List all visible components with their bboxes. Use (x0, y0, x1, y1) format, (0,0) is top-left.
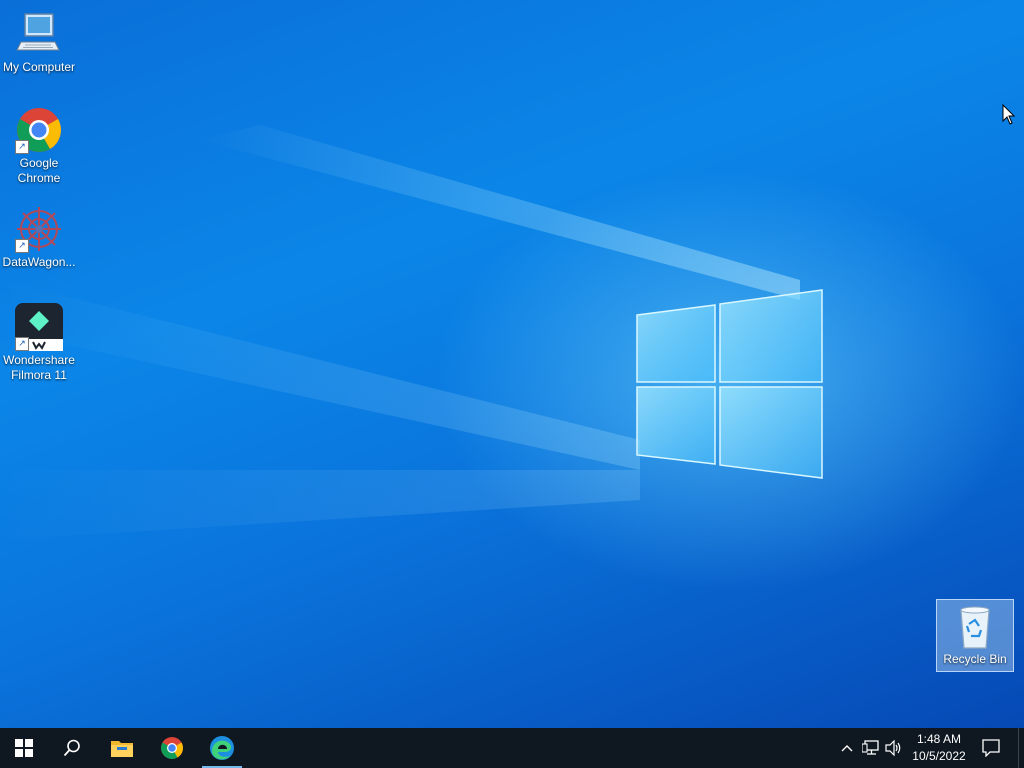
taskbar-clock[interactable]: 1:48 AM 10/5/2022 (906, 731, 972, 765)
mouse-cursor-icon (1002, 104, 1016, 125)
clock-date: 10/5/2022 (912, 749, 966, 763)
show-desktop-button[interactable] (1018, 728, 1024, 768)
desktop[interactable]: My Computer ↗ Google Chrome ↗ DataWagon.… (0, 0, 1024, 728)
volume-button[interactable] (885, 738, 903, 758)
desktop-icon-recycle-bin[interactable]: Recycle Bin (936, 599, 1014, 672)
action-center-button[interactable] (982, 738, 1000, 758)
desktop-icon-my-computer[interactable]: My Computer (1, 10, 77, 75)
desktop-icon-datawagon[interactable]: ↗ DataWagon... (1, 205, 77, 270)
taskbar-chrome-button[interactable] (148, 728, 196, 768)
recycle-bin-icon (951, 602, 999, 650)
filmora-icon: ↗ (15, 303, 63, 351)
shortcut-arrow-icon: ↗ (15, 140, 29, 154)
taskbar-edge-button[interactable] (198, 728, 246, 768)
datawagon-icon: ↗ (15, 205, 63, 253)
file-explorer-icon (111, 741, 133, 757)
taskbar: 1:48 AM 10/5/2022 (0, 728, 1024, 768)
network-icon (862, 740, 879, 755)
search-button[interactable] (48, 728, 96, 768)
network-button[interactable] (862, 738, 880, 758)
clock-time: 1:48 AM (916, 732, 962, 746)
shortcut-arrow-icon: ↗ (15, 337, 29, 351)
desktop-icon-label: Recycle Bin (943, 652, 1007, 666)
desktop-icon-label: Wondershare Filmora 11 (3, 353, 75, 382)
chrome-icon (161, 737, 183, 759)
chrome-icon: ↗ (15, 106, 63, 154)
desktop-icon-wondershare-filmora[interactable]: ↗ Wondershare Filmora 11 (1, 303, 77, 383)
wallpaper-light-beams (0, 125, 800, 540)
desktop-icon-label: DataWagon... (2, 255, 76, 269)
search-icon (63, 739, 80, 757)
chevron-up-icon (841, 745, 853, 752)
taskbar-file-explorer-button[interactable] (98, 728, 146, 768)
action-center-icon (982, 739, 1000, 757)
show-hidden-icons-button[interactable] (838, 738, 856, 758)
desktop-icon-label: My Computer (2, 60, 76, 74)
windows-logo-wallpaper (636, 289, 823, 479)
start-button[interactable] (0, 728, 48, 768)
desktop-icon-google-chrome[interactable]: ↗ Google Chrome (1, 106, 77, 186)
windows-start-icon (15, 739, 33, 757)
volume-icon (885, 740, 901, 756)
desktop-icon-label: Google Chrome (17, 156, 61, 185)
edge-icon (210, 736, 234, 760)
shortcut-arrow-icon: ↗ (15, 239, 29, 253)
computer-icon (15, 10, 63, 58)
